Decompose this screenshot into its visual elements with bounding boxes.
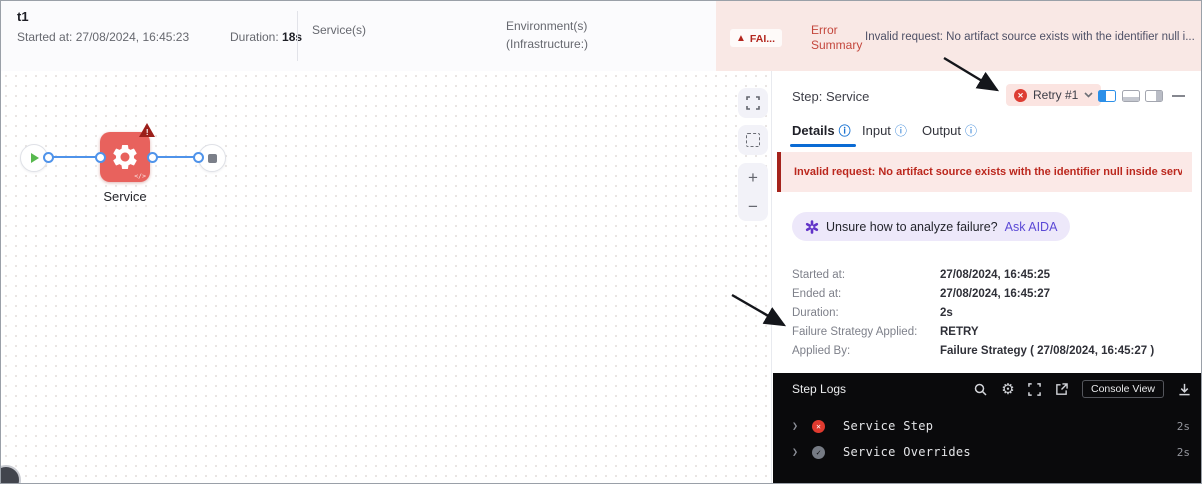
step-details-list: Started at: 27/08/2024, 16:45:25 Ended at… (792, 265, 1184, 360)
log-settings-gear-icon[interactable]: ⚙ (1001, 381, 1015, 398)
expand-logs-icon[interactable] (1028, 382, 1042, 396)
aida-suggestion[interactable]: Unsure how to analyze failure? Ask AIDA (792, 212, 1071, 241)
active-tab-indicator (790, 144, 856, 147)
node-warning-mark: ! (145, 128, 149, 137)
success-status-icon: ✓ (812, 445, 825, 459)
tab-output[interactable]: Output ⓘ (922, 123, 977, 138)
retry-selector[interactable]: ✕ Retry #1 (1006, 84, 1102, 106)
connector-port[interactable] (43, 151, 54, 163)
layout-fill (1123, 97, 1139, 101)
minimize-panel-button[interactable] (1172, 95, 1185, 97)
gear-icon (113, 145, 137, 169)
pipeline-canvas[interactable]: </> ! Service + − (1, 71, 771, 483)
canvas-fullscreen-button[interactable] (738, 88, 768, 118)
layout-right-button[interactable] (1145, 90, 1163, 102)
execution-duration: Duration: 18s (230, 30, 303, 44)
canvas-fit-view-button[interactable] (738, 125, 768, 155)
ask-aida-link[interactable]: Ask AIDA (1005, 220, 1058, 234)
step-details-panel: Step: Service ✕ Retry #1 Details ⓘ Input… (771, 71, 1201, 483)
service-step-node[interactable]: </> ! (100, 123, 155, 182)
layout-fill (1099, 91, 1106, 101)
step-error-banner: Invalid request: No artifact source exis… (777, 152, 1192, 192)
layout-fill (1156, 91, 1162, 101)
tab-details[interactable]: Details ⓘ (792, 123, 851, 138)
tab-input[interactable]: Input ⓘ (862, 123, 907, 138)
console-view-button[interactable]: Console View (1081, 380, 1164, 398)
play-icon (31, 153, 39, 163)
connector-port[interactable] (147, 151, 158, 163)
fit-view-icon (746, 133, 760, 147)
execution-header: t1 Started at: 27/08/2024, 16:45:23 Dura… (1, 1, 1201, 72)
fullscreen-icon (746, 96, 760, 110)
panel-title: Step: Service (792, 89, 870, 104)
failed-status-badge[interactable]: ▲ FAI... (730, 29, 782, 47)
info-icon[interactable]: ⓘ (895, 125, 907, 137)
service-node-label: Service (103, 189, 147, 204)
zoom-controls: + − (738, 163, 768, 221)
detail-row: Failure Strategy Applied: RETRY (792, 325, 979, 338)
detail-row: Ended at: 27/08/2024, 16:45:27 (792, 287, 1050, 300)
aida-flower-icon (805, 219, 819, 234)
step-logs-toolbar: ⚙ Console View (974, 380, 1191, 398)
download-logs-icon[interactable] (1177, 382, 1191, 396)
execution-started-at: Started at: 27/08/2024, 16:45:23 (17, 30, 190, 44)
layout-bottom-button[interactable] (1122, 90, 1140, 102)
log-row-service-overrides[interactable]: ❯ ✓ Service Overrides 2s (773, 439, 1201, 465)
failed-status-icon: ✕ (812, 419, 825, 433)
layout-split-left-button[interactable] (1098, 90, 1116, 102)
detail-row: Started at: 27/08/2024, 16:45:25 (792, 268, 1050, 281)
chevron-down-icon (1084, 92, 1093, 98)
connector-port[interactable] (193, 151, 204, 163)
error-summary-message: Invalid request: No artifact source exis… (865, 31, 1195, 43)
header-divider (297, 11, 298, 61)
step-logs-panel: Step Logs ⚙ Console View ❯ ✕ Service Ste… (773, 373, 1201, 483)
failed-dot-icon: ✕ (1014, 88, 1027, 102)
info-icon[interactable]: ⓘ (839, 125, 851, 137)
connector-port[interactable] (95, 151, 106, 163)
chevron-right-icon[interactable]: ❯ (792, 421, 812, 432)
pipeline-execution-page: t1 Started at: 27/08/2024, 16:45:23 Dura… (0, 0, 1202, 484)
detail-row: Applied By: Failure Strategy ( 27/08/2024… (792, 344, 1155, 357)
execution-name: t1 (17, 9, 29, 24)
services-column-label: Service(s) (312, 23, 367, 37)
chevron-right-icon[interactable]: ❯ (792, 447, 812, 458)
code-icon: </> (134, 172, 146, 180)
info-icon[interactable]: ⓘ (965, 125, 977, 137)
log-row-service-step[interactable]: ❯ ✕ Service Step 2s (773, 413, 1201, 439)
zoom-out-button[interactable]: − (738, 192, 768, 221)
error-summary-label: Error Summary (811, 23, 863, 52)
detail-row: Duration: 2s (792, 306, 953, 319)
search-icon[interactable] (974, 382, 988, 396)
open-external-icon[interactable] (1055, 382, 1069, 396)
step-logs-title: Step Logs (792, 382, 847, 396)
stop-icon (207, 153, 217, 163)
step-logs-header: Step Logs ⚙ Console View (773, 373, 1201, 405)
environments-column-label: Environment(s) (Infrastructure:) (506, 19, 589, 51)
zoom-in-button[interactable]: + (738, 163, 768, 192)
warning-triangle-icon: ▲ (736, 32, 746, 44)
edge-line (47, 156, 99, 158)
